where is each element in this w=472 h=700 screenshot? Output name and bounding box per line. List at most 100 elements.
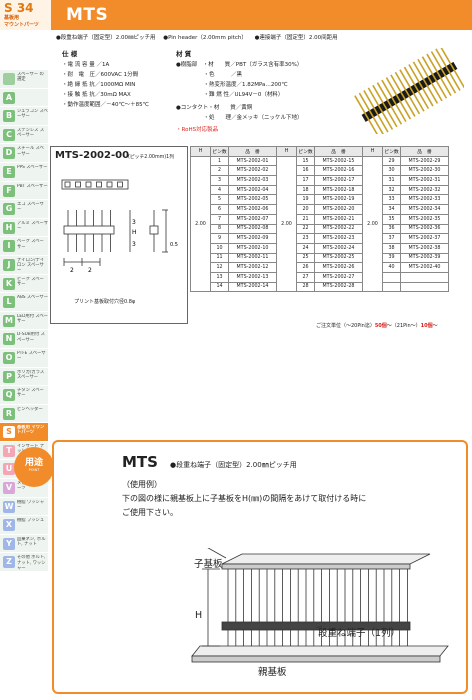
rohs-note: ・RoHS対応製品 — [176, 127, 219, 133]
part-number-cell: MTS-2002-40 — [400, 262, 449, 273]
pin-count-cell: 17 — [296, 175, 315, 186]
table-row: 7 MTS-2002-07 21 MTS-2002-21 35 MTS-2002-35 — [191, 213, 449, 225]
pin-count-cell — [382, 281, 401, 293]
order-qty-1: 50個 — [374, 323, 387, 329]
sidebar-letter: W — [3, 500, 15, 513]
pin-hole — [75, 181, 81, 188]
material-plating: ・処 理／金メッキ（ニッケル下地） — [176, 115, 303, 121]
sidebar-item[interactable]: M LED用付 スペーサー — [0, 311, 48, 331]
sidebar-label: D-SUB用付 スペーサー — [17, 332, 45, 343]
sidebar-item[interactable]: R ピンヘッダー — [0, 404, 48, 424]
top-view — [61, 179, 129, 190]
badge-category: 基板用 — [4, 15, 20, 21]
sidebar-label: チタン スペーサー — [17, 388, 44, 399]
sidebar-label: ABS スペーサー — [17, 295, 48, 301]
table-row: 12 MTS-2002-12 26 MTS-2002-26 40 MTS-2002-40 — [191, 262, 449, 273]
dim-pitch2: 2 — [88, 267, 92, 274]
sidebar-label: ベーク スペーサー — [17, 239, 44, 250]
sidebar-label: スチール スペーサー — [17, 146, 44, 157]
sidebar-item[interactable]: P ポリカ/ガラス スペーサー — [0, 367, 48, 387]
sidebar-item[interactable]: D スチール スペーサー — [0, 144, 48, 163]
part-number-cell: MTS-2002-10 — [228, 242, 277, 254]
sidebar-item[interactable]: A — [0, 88, 48, 108]
sidebar-item[interactable]: H アルミ スペーサー — [0, 218, 48, 238]
spec-heading: 仕 様 — [62, 50, 78, 58]
sidebar-label: 樹脂 ブッシュ — [17, 518, 45, 524]
sidebar-item[interactable]: E PPS スペーサー — [0, 162, 48, 182]
table-row: 2 MTS-2002-02 16 MTS-2002-16 30 MTS-2002-30 — [191, 165, 449, 177]
sidebar-label: PPS スペーサー — [17, 164, 48, 170]
table-row: 4 MTS-2002-04 18 MTS-2002-18 32 MTS-2002-32 — [191, 184, 449, 196]
part-number-cell: MTS-2002-19 — [314, 194, 363, 206]
spec-insulation: ・絶 縁 抵 抗／1000MΩ MIN — [62, 82, 136, 88]
material-heat: ・熱変形温度／1.82MPa…200℃ — [176, 82, 288, 88]
part-number-cell: MTS-2002-07 — [228, 213, 277, 225]
part-number-cell: MTS-2002-12 — [228, 262, 277, 273]
sidebar-item[interactable]: G エコ スペーサー — [0, 200, 48, 219]
pin-count-cell: 22 — [296, 223, 315, 235]
sidebar-letter: D — [3, 147, 15, 160]
part-number-cell: MTS-2002-37 — [400, 233, 449, 244]
sidebar-item[interactable]: L ABS スペーサー — [0, 293, 48, 312]
sidebar-letter: L — [3, 296, 15, 309]
sidebar-item[interactable]: W 樹脂 ワッシャー — [0, 497, 48, 517]
sidebar-item[interactable]: C ステンレス スペーサー — [0, 125, 48, 145]
sidebar-item[interactable]: O PTFE スペーサー — [0, 348, 48, 368]
pin-count-cell: 4 — [210, 184, 229, 196]
sidebar-item[interactable]: Y 皿乗ネジ, ボルト, ナット — [0, 534, 48, 554]
pin-count-cell: 27 — [296, 271, 315, 283]
part-number-cell: MTS-2002-38 — [400, 242, 449, 254]
order-note-prefix: ご注文単位（～20Pin迄） — [316, 323, 375, 329]
sidebar-letter: M — [3, 314, 15, 327]
pin-count-cell: 3 — [210, 175, 229, 186]
sidebar-letter: R — [3, 407, 15, 420]
part-number-cell: MTS-2002-27 — [314, 271, 363, 283]
part-number-cell: MTS-2002-21 — [314, 213, 363, 225]
pin-count-cell: 14 — [210, 281, 229, 293]
sidebar-item[interactable]: K ピーク スペーサー — [0, 274, 48, 294]
material-resin: ●樹脂部 ・材 質／PBT（ガラス含有率30%） — [176, 62, 303, 68]
sidebar-letter — [3, 73, 15, 85]
dim-upper: 3 — [132, 219, 136, 226]
badge-subcategory: マウントパーツ — [4, 22, 39, 28]
pin-count-cell: 7 — [210, 213, 229, 225]
pin-count-cell: 9 — [210, 233, 229, 244]
usage-badge-sub: POINT — [28, 468, 40, 472]
pin-hole — [64, 181, 71, 188]
sidebar-item[interactable]: B ジュラコン スペーサー — [0, 107, 48, 126]
table-row: 10 MTS-2002-10 24 MTS-2002-24 38 MTS-2002-38 — [191, 242, 449, 254]
pin-count-cell: 24 — [296, 242, 315, 254]
pin-count-cell: 5 — [210, 194, 229, 206]
sidebar-label: ピーク スペーサー — [17, 276, 44, 287]
sidebar-item[interactable]: X 樹脂 ブッシュ — [0, 516, 48, 535]
part-number-cell: MTS-2002-13 — [228, 271, 277, 283]
part-number-cell: MTS-2002-36 — [400, 223, 449, 235]
sidebar-letter: G — [3, 203, 15, 216]
sidebar-item[interactable]: I ベーク スペーサー — [0, 237, 48, 256]
sidebar-item[interactable]: Q チタン スペーサー — [0, 386, 48, 405]
pin-count-cell: 21 — [296, 213, 315, 225]
part-number-cell: MTS-2002-01 — [228, 155, 277, 167]
material-contact: ●コンタクト・材 質／黄銅 — [176, 105, 253, 111]
material-heading: 材 質 — [176, 50, 192, 58]
sidebar-label: PBT スペーサー — [17, 183, 48, 189]
page-title: MTS — [66, 5, 109, 25]
sidebar-item[interactable]: スペーサー の選定 — [0, 70, 48, 89]
table-header-row: H ピン数品 番 H ピン数品 番 H ピン数品 番 — [190, 146, 449, 157]
product-photo — [354, 48, 464, 134]
sidebar-item[interactable]: N D-SUB用付 スペーサー — [0, 330, 48, 349]
sidebar-item[interactable]: J ナイロン/ナイロン スペーサー — [0, 255, 48, 275]
spec-current: ・電 流 容 量 ／1A — [62, 62, 110, 68]
pin-count-cell: 25 — [296, 252, 315, 264]
pin-count-cell: 38 — [382, 242, 401, 254]
sidebar-letter: H — [3, 221, 15, 234]
sidebar-item[interactable]: S 基板用 マウントパーツ — [0, 423, 48, 442]
sidebar-label: ステンレス スペーサー — [17, 127, 45, 138]
label-parent-board: 親基板 — [258, 667, 287, 678]
sidebar-item[interactable]: F PBT スペーサー — [0, 181, 48, 201]
table-header: 品 番 — [228, 146, 277, 157]
table-row: 11 MTS-2002-11 25 MTS-2002-25 39 MTS-2002-39 — [191, 252, 449, 264]
table-row: 3 MTS-2002-03 17 MTS-2002-17 31 MTS-2002-31 — [191, 175, 449, 186]
table-row: 6 MTS-2002-06 20 MTS-2002-20 34 MTS-2002-34 — [191, 204, 449, 215]
sidebar-item[interactable]: Z その他 ボルト, ナット, ワッシャー — [0, 553, 48, 573]
